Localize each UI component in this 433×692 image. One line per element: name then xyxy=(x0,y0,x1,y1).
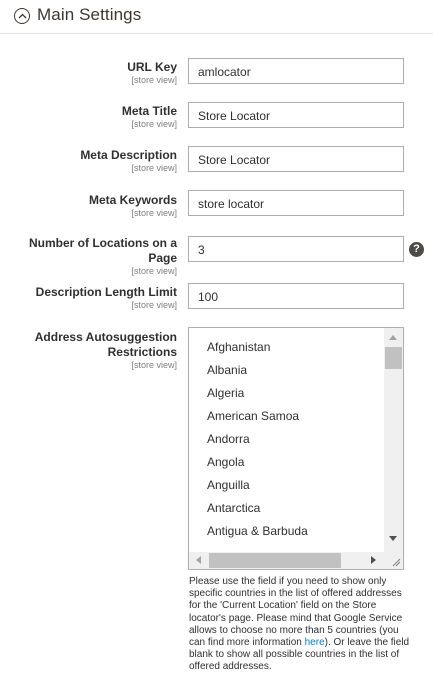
url-key-label-text: URL Key xyxy=(127,60,177,74)
meta-description-scope: [store view] xyxy=(131,163,177,173)
meta-title-scope: [store view] xyxy=(131,119,177,129)
address-restrictions-note: Please use the field if you need to show… xyxy=(189,576,411,674)
url-key-scope: [store view] xyxy=(131,75,177,85)
scroll-right-icon[interactable] xyxy=(371,556,376,564)
description-length-scope: [store view] xyxy=(131,300,177,310)
meta-keywords-label-text: Meta Keywords xyxy=(88,193,177,207)
description-length-label-text: Description Length Limit xyxy=(35,285,177,299)
country-option[interactable]: American Samoa xyxy=(189,405,384,428)
locations-per-page-label: Number of Locations on a Page [store vie… xyxy=(12,236,177,276)
country-option[interactable]: Anguilla xyxy=(189,474,384,497)
meta-title-label-text: Meta Title xyxy=(121,104,177,118)
section-header[interactable]: Main Settings xyxy=(0,0,433,34)
meta-keywords-input[interactable]: store locator xyxy=(188,190,404,216)
scroll-up-icon[interactable] xyxy=(389,335,397,340)
horizontal-scroll-thumb[interactable] xyxy=(209,553,341,568)
meta-title-label: Meta Title [store view] xyxy=(12,104,177,129)
description-length-input[interactable]: 100 xyxy=(188,283,404,309)
resize-grip-icon xyxy=(392,558,401,567)
country-option[interactable]: Antigua & Barbuda xyxy=(189,520,384,543)
country-option[interactable]: Albania xyxy=(189,359,384,382)
locations-per-page-input[interactable]: 3 xyxy=(188,236,404,262)
locations-per-page-scope: [store view] xyxy=(131,266,177,276)
url-key-input[interactable]: amlocator xyxy=(188,58,404,84)
country-option[interactable]: Andorra xyxy=(189,428,384,451)
meta-description-label: Meta Description [store view] xyxy=(12,148,177,173)
country-options-list[interactable]: Afghanistan Albania Algeria American Sam… xyxy=(189,336,384,543)
country-option[interactable]: Algeria xyxy=(189,382,384,405)
meta-keywords-label: Meta Keywords [store view] xyxy=(12,193,177,218)
section-title[interactable]: Main Settings xyxy=(37,5,141,25)
country-option[interactable]: Angola xyxy=(189,451,384,474)
address-restrictions-label: Address Autosuggestion Restrictions [sto… xyxy=(12,330,177,370)
description-length-label: Description Length Limit [store view] xyxy=(12,285,177,310)
address-restrictions-label-text: Address Autosuggestion Restrictions xyxy=(34,330,177,359)
meta-keywords-scope: [store view] xyxy=(131,208,177,218)
country-option[interactable]: Antarctica xyxy=(189,497,384,520)
vertical-scroll-thumb[interactable] xyxy=(385,347,402,369)
url-key-label: URL Key [store view] xyxy=(12,60,177,85)
address-restrictions-scope: [store view] xyxy=(131,360,177,370)
section-divider xyxy=(0,33,433,34)
meta-title-input[interactable]: Store Locator xyxy=(188,102,404,128)
collapse-up-icon[interactable] xyxy=(14,8,30,24)
scroll-down-icon[interactable] xyxy=(389,536,397,541)
vertical-scrollbar[interactable] xyxy=(384,328,403,552)
resize-handle[interactable] xyxy=(384,552,403,569)
question-help-icon[interactable]: ? xyxy=(409,242,424,257)
scroll-left-icon[interactable] xyxy=(196,556,201,564)
country-multiselect[interactable]: Afghanistan Albania Algeria American Sam… xyxy=(188,327,404,570)
horizontal-scrollbar[interactable] xyxy=(189,552,384,569)
locations-per-page-label-text: Number of Locations on a Page xyxy=(28,236,177,265)
more-info-link[interactable]: here xyxy=(305,637,325,648)
country-option[interactable]: Afghanistan xyxy=(189,336,384,359)
meta-description-label-text: Meta Description xyxy=(80,148,177,162)
meta-description-input[interactable]: Store Locator xyxy=(188,146,404,172)
